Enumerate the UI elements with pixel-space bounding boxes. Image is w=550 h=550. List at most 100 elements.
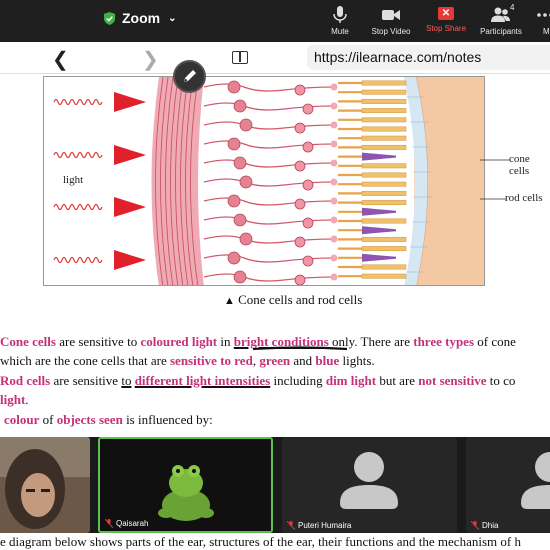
text-segment: and	[290, 353, 316, 368]
rod-pointer-line	[480, 198, 506, 200]
caption-text: Cone cells and rod cells	[238, 292, 363, 307]
video-tile-dhia[interactable]: Dhia	[466, 437, 550, 533]
text-segment: to co	[486, 373, 516, 388]
text-segment: but are	[376, 373, 419, 388]
pencil-icon	[184, 70, 196, 82]
text-segment: including	[270, 373, 326, 388]
participants-icon	[491, 7, 510, 22]
video-tile-qaisarah[interactable]: Qaisarah	[98, 437, 273, 533]
text-segment: sensitive to red	[170, 353, 253, 368]
zoom-toolbar: Zoom ⌄ Mute Stop Video ✕ Stop Share 4 Pa…	[0, 0, 550, 42]
ganglion-cell	[233, 270, 247, 284]
zoom-menu[interactable]: Zoom ⌄	[103, 10, 177, 26]
mic-muted-icon	[471, 521, 479, 530]
receptor-nucleus	[330, 159, 338, 167]
ganglion-cell	[227, 251, 241, 265]
receptor-nucleus	[330, 140, 338, 148]
more-icon	[537, 13, 550, 17]
forward-arrow-icon[interactable]: ❯	[142, 47, 159, 72]
light-wave	[53, 151, 103, 159]
light-arrow-icon	[114, 92, 146, 112]
cone-pointer-line	[480, 159, 510, 161]
light-arrow-icon	[114, 145, 146, 165]
cone-cell	[362, 152, 396, 161]
bipolar-cell	[294, 160, 306, 172]
rod-cell	[361, 126, 407, 132]
stop-share-label: Stop Share	[425, 24, 467, 33]
light-arrow-icon	[114, 197, 146, 217]
neuron-fibre	[203, 197, 335, 206]
zoom-title: Zoom	[122, 10, 161, 26]
light-wave	[53, 98, 103, 106]
neuron-fibre	[203, 273, 335, 282]
text-segment: Cone cells	[0, 334, 56, 349]
back-arrow-icon[interactable]: ❮	[52, 47, 69, 72]
receptor-nucleus	[330, 121, 338, 129]
text-segment: of cone	[474, 334, 516, 349]
ganglion-cell	[227, 80, 241, 94]
text-segment: are sensitive	[50, 373, 122, 388]
rod-cell	[361, 246, 407, 252]
caption-marker: ▲	[224, 295, 235, 307]
annotate-pen-button[interactable]	[173, 60, 206, 93]
address-bar[interactable]: https://ilearnace.com/notes	[307, 45, 550, 70]
video-tile-puteri-humaira[interactable]: Puteri Humaira	[282, 437, 457, 533]
participant-name-qaisarah: Qaisarah	[105, 519, 148, 528]
mic-muted-icon	[287, 521, 295, 530]
video-tile-self[interactable]	[0, 437, 90, 533]
text-segment: which are the cone cells that are	[0, 353, 170, 368]
text-segment: three types	[413, 334, 475, 349]
receptor-nucleus	[330, 83, 338, 91]
pen-underline-stroke	[252, 346, 348, 351]
receptor-nucleus	[330, 178, 338, 186]
more-button[interactable]: M	[514, 4, 550, 36]
diagram-label-rod-cells: rod cells	[505, 192, 543, 204]
rod-cell	[361, 98, 407, 104]
bipolar-cell	[294, 84, 306, 96]
rod-cell	[361, 181, 407, 187]
text-segment: lights.	[339, 353, 375, 368]
participant-name-dhia: Dhia	[471, 521, 498, 530]
bipolar-cell	[294, 198, 306, 210]
bipolar-cell	[302, 217, 314, 229]
diagram-label-light: light	[63, 174, 84, 186]
reader-view-icon[interactable]	[232, 51, 248, 64]
text-segment: green	[259, 353, 291, 368]
retina-diagram	[43, 76, 485, 286]
text-segment: in	[217, 334, 234, 349]
stop-video-label: Stop Video	[371, 27, 411, 36]
text-segment: Rod cells	[0, 373, 51, 388]
rod-cell	[361, 172, 407, 178]
receptor-nucleus	[330, 197, 338, 205]
receptor-nucleus	[330, 102, 338, 110]
stop-share-icon: ✕	[438, 7, 454, 20]
text-segment: .	[25, 392, 29, 407]
diagram-caption: ▲ Cone cells and rod cells	[224, 292, 362, 308]
text-line-rod-cells: Rod cells are sensitive to different lig…	[0, 371, 515, 391]
video-strip: Qaisarah Puteri Humaira Dhia	[0, 437, 550, 533]
neuron-fibre	[203, 102, 335, 111]
rod-cell	[361, 108, 407, 114]
rod-cell	[361, 190, 407, 196]
receptor-nucleus	[330, 216, 338, 224]
text-segment: of	[39, 412, 57, 427]
rod-cell	[361, 218, 407, 224]
bipolar-cell	[302, 179, 314, 191]
neuron-fibre	[203, 140, 335, 149]
microphone-icon	[333, 6, 347, 23]
mic-muted-icon	[105, 519, 113, 528]
bipolar-cell	[302, 103, 314, 115]
more-label: M	[543, 27, 550, 36]
light-wave	[53, 256, 103, 264]
light-wave	[53, 203, 103, 211]
neuron-fibre	[203, 83, 335, 92]
text-line-light: light.	[0, 390, 29, 410]
rod-cell	[361, 264, 407, 270]
bipolar-cell	[302, 141, 314, 153]
photoreceptor-layer	[338, 80, 407, 279]
text-line-cone-types: which are the cone cells that are sensit…	[0, 351, 375, 371]
shield-check-icon	[103, 11, 116, 25]
neuron-fibre	[203, 159, 335, 168]
bipolar-cell	[294, 122, 306, 134]
neuron-fibre	[203, 216, 335, 225]
